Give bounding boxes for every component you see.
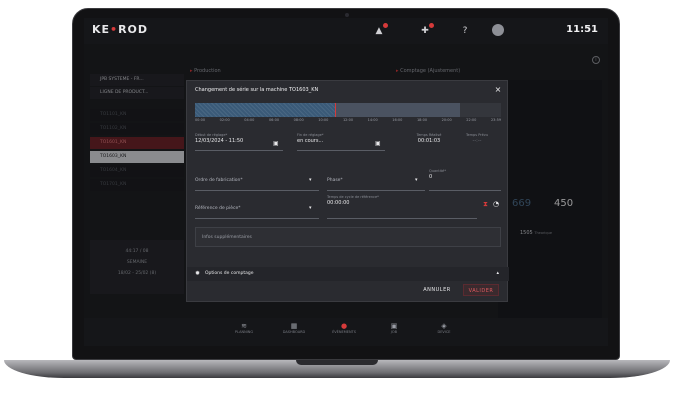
start-value: 12/03/2024 - 11:50 <box>195 138 244 144</box>
gear-icon: ✹ <box>195 270 201 277</box>
timeline-ticks: 00:00 02:00 04:00 06:00 08:00 10:00 12:00 14:00… <box>195 118 501 126</box>
timeline-tick-label: 18:00 <box>416 118 428 122</box>
app-logo: KE•ROD <box>92 23 149 36</box>
cycle-value: 00:00:00 <box>327 200 350 206</box>
start-label: Début de réglage* <box>195 133 228 137</box>
gauge-icon[interactable]: ◔ <box>493 200 499 208</box>
dashboard-icon: ▦ <box>290 322 298 330</box>
nav-dashboard[interactable]: ▦ DASHBOARD <box>274 322 314 334</box>
modal-header: Changement de série sur la machine TO160… <box>187 81 509 99</box>
hourglass-icon[interactable]: ⧗ <box>483 200 488 209</box>
chevron-down-icon[interactable]: ▾ <box>415 177 418 183</box>
planned-value: --:-- <box>472 138 482 144</box>
validate-button[interactable]: VALIDER <box>463 284 499 296</box>
nav-device[interactable]: ◈ DEVICE <box>424 322 464 334</box>
order-label: Ordre de fabrication* <box>195 178 243 183</box>
reference-select[interactable]: Référence de pièce* <box>195 205 319 219</box>
notes-textarea[interactable]: Infos supplémentaires <box>195 227 501 247</box>
alert-badge <box>383 23 388 28</box>
clock: 11:51 <box>566 24 598 35</box>
changeover-modal: Changement de série sur la machine TO160… <box>186 80 509 302</box>
tools-icon[interactable]: ✚ <box>420 23 434 36</box>
camera-icon <box>345 13 349 17</box>
timeline-tick-label: 22:00 <box>466 118 477 122</box>
notes-placeholder: Infos supplémentaires <box>202 235 252 240</box>
planned-label: Temps Prévu <box>465 133 489 137</box>
start-field[interactable]: Début de réglage* 12/03/2024 - 11:50 <box>195 133 283 151</box>
day-timeline <box>195 103 501 117</box>
chevron-up-icon: ▴ <box>496 270 499 276</box>
calendar-icon[interactable]: ▣ <box>273 140 279 147</box>
elapsed-value: 00:01:03 <box>417 138 441 144</box>
help-icon[interactable]: ? <box>460 26 470 36</box>
timeline-tick-label: 10:00 <box>318 118 329 122</box>
alert-icon[interactable]: ▲ <box>374 23 388 36</box>
job-icon: ▣ <box>390 322 398 330</box>
nav-events[interactable]: ● ÉVÉNEMENTS <box>324 322 364 334</box>
timeline-planned-segment <box>336 103 460 117</box>
cancel-button[interactable]: ANNULER <box>419 284 455 296</box>
timeline-tick-label: 00:00 <box>194 118 206 122</box>
elapsed-label: Temps Réalisé <box>416 133 442 137</box>
end-value: en cours... <box>297 138 324 144</box>
close-icon[interactable]: × <box>493 85 503 94</box>
quantity-label: Quantité* <box>429 169 446 173</box>
events-icon: ● <box>340 322 348 330</box>
planning-icon: ≋ <box>241 322 247 330</box>
device-icon: ◈ <box>441 322 447 330</box>
reference-label: Référence de pièce* <box>195 206 241 211</box>
tools-badge <box>429 23 434 28</box>
nav-job[interactable]: ▣ JOB <box>374 322 414 334</box>
avatar[interactable] <box>492 24 504 36</box>
order-select[interactable]: Ordre de fabrication* <box>195 177 319 191</box>
laptop-frame: KE•ROD ▲ ✚ ? 11:51 i JPB SYSTEME - FR...… <box>0 0 674 394</box>
timeline-tick-label: 20:00 <box>441 118 452 122</box>
timeline-tick-label: 08:00 <box>293 118 304 122</box>
timeline-tick-label: 04:00 <box>244 118 255 122</box>
end-field[interactable]: Fin de réglage* en cours... <box>297 133 385 151</box>
phase-label: Phase* <box>327 178 343 183</box>
chevron-down-icon[interactable]: ▾ <box>309 205 312 211</box>
elapsed-field: Temps Réalisé 00:01:03 <box>409 133 449 144</box>
timeline-hatch <box>195 103 335 117</box>
end-label: Fin de réglage* <box>297 133 324 137</box>
counting-options-toggle[interactable]: ✹ Options de comptage ▴ <box>187 267 509 281</box>
quantity-field[interactable]: Quantité* 0 <box>429 169 501 191</box>
calendar-icon[interactable]: ▣ <box>375 140 381 147</box>
modal-title: Changement de série sur la machine TO160… <box>195 87 319 93</box>
bottom-nav: ≋ PLANNING ▦ DASHBOARD ● ÉVÉNEMENTS ▣ JOB ◈ D… <box>84 318 608 346</box>
chevron-down-icon[interactable]: ▾ <box>309 177 312 183</box>
nav-planning[interactable]: ≋ PLANNING <box>224 322 264 334</box>
timeline-tick-label: 16:00 <box>392 118 403 122</box>
cycle-label: Temps de cycle de référence* <box>327 195 379 199</box>
top-bar: KE•ROD ▲ ✚ ? 11:51 <box>84 18 608 44</box>
timeline-tick-label: 23:59 <box>490 118 502 122</box>
phase-select[interactable]: Phase* <box>327 177 425 191</box>
timeline-tick-label: 14:00 <box>367 118 378 122</box>
cycle-time-field[interactable]: Temps de cycle de référence* 00:00:00 <box>327 195 477 219</box>
planned-field: Temps Prévu --:-- <box>457 133 497 144</box>
timeline-tick-label: 02:00 <box>219 118 230 122</box>
app-screen: KE•ROD ▲ ✚ ? 11:51 i JPB SYSTEME - FR...… <box>84 18 608 346</box>
laptop-notch <box>296 360 378 365</box>
quantity-value: 0 <box>429 174 433 180</box>
timeline-tick-label: 06:00 <box>268 118 280 122</box>
timeline-tick-label: 12:00 <box>342 118 354 122</box>
options-label: Options de comptage <box>205 271 254 276</box>
